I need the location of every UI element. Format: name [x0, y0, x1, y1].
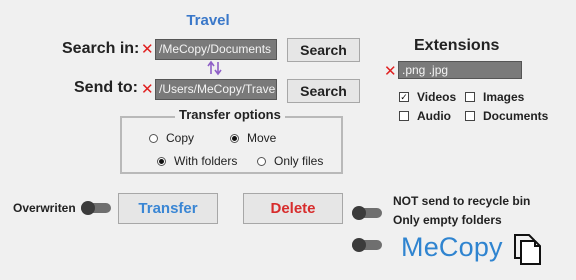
- checkbox-videos[interactable]: ✓ Videos: [399, 90, 456, 104]
- checkbox-audio-label: Audio: [417, 109, 451, 123]
- radio-copy-indicator: [149, 133, 158, 143]
- checkbox-images-label: Images: [483, 90, 525, 104]
- transfer-button[interactable]: Transfer: [118, 193, 218, 224]
- radio-only-files-indicator: [257, 156, 266, 166]
- not-recycle-toggle-knob: [352, 206, 366, 220]
- brand-name: MeCopy: [401, 232, 503, 262]
- only-empty-toggle-knob: [352, 238, 366, 252]
- overwriten-label: Overwriten: [13, 201, 76, 215]
- send-path-invalid-icon: ✕: [141, 81, 154, 98]
- send-to-label: Send to:: [74, 79, 138, 96]
- checkbox-images[interactable]: Images: [465, 90, 524, 104]
- search-in-browse-button[interactable]: Search: [287, 38, 360, 62]
- only-empty-toggle[interactable]: [352, 238, 382, 252]
- radio-move-label: Move: [247, 131, 277, 145]
- checkbox-audio[interactable]: Audio: [399, 109, 451, 123]
- overwriten-toggle-knob: [81, 201, 95, 215]
- search-in-label: Search in:: [62, 40, 140, 57]
- radio-only-files-label: Only files: [274, 154, 324, 168]
- send-path-field[interactable]: /Users/MeCopy/Travel: [155, 79, 277, 100]
- only-empty-label: Only empty folders: [393, 213, 502, 227]
- extensions-invalid-icon: ✕: [384, 63, 397, 80]
- swap-vertical-icon[interactable]: [206, 60, 224, 76]
- radio-move[interactable]: Move: [230, 131, 276, 145]
- send-to-browse-button[interactable]: Search: [287, 79, 360, 103]
- overwriten-toggle[interactable]: [81, 201, 111, 215]
- checkbox-documents-label: Documents: [483, 109, 549, 123]
- transfer-options-title: Transfer options: [175, 107, 285, 122]
- copy-documents-icon: [514, 234, 541, 265]
- search-path-field[interactable]: /MeCopy/Documents: [155, 39, 277, 60]
- radio-with-folders-label: With folders: [174, 154, 238, 168]
- checkbox-videos-box: ✓: [399, 92, 409, 102]
- checkbox-documents-box: [465, 111, 475, 121]
- radio-only-files[interactable]: Only files: [257, 154, 323, 168]
- checkbox-videos-label: Videos: [417, 90, 457, 104]
- radio-with-folders[interactable]: With folders: [157, 154, 237, 168]
- radio-copy[interactable]: Copy: [149, 131, 194, 145]
- delete-button[interactable]: Delete: [243, 193, 343, 224]
- checkbox-audio-box: [399, 111, 409, 121]
- extensions-title: Extensions: [414, 37, 500, 54]
- radio-move-indicator: [230, 133, 239, 143]
- checkbox-documents[interactable]: Documents: [465, 109, 548, 123]
- not-recycle-label: NOT send to recycle bin: [393, 194, 531, 208]
- not-recycle-toggle[interactable]: [352, 206, 382, 220]
- extensions-field[interactable]: .png .jpg: [398, 61, 522, 79]
- radio-with-folders-indicator: [157, 156, 166, 166]
- app-title: Travel: [186, 12, 230, 29]
- radio-copy-label: Copy: [166, 131, 195, 145]
- search-path-invalid-icon: ✕: [141, 41, 154, 58]
- checkbox-images-box: [465, 92, 475, 102]
